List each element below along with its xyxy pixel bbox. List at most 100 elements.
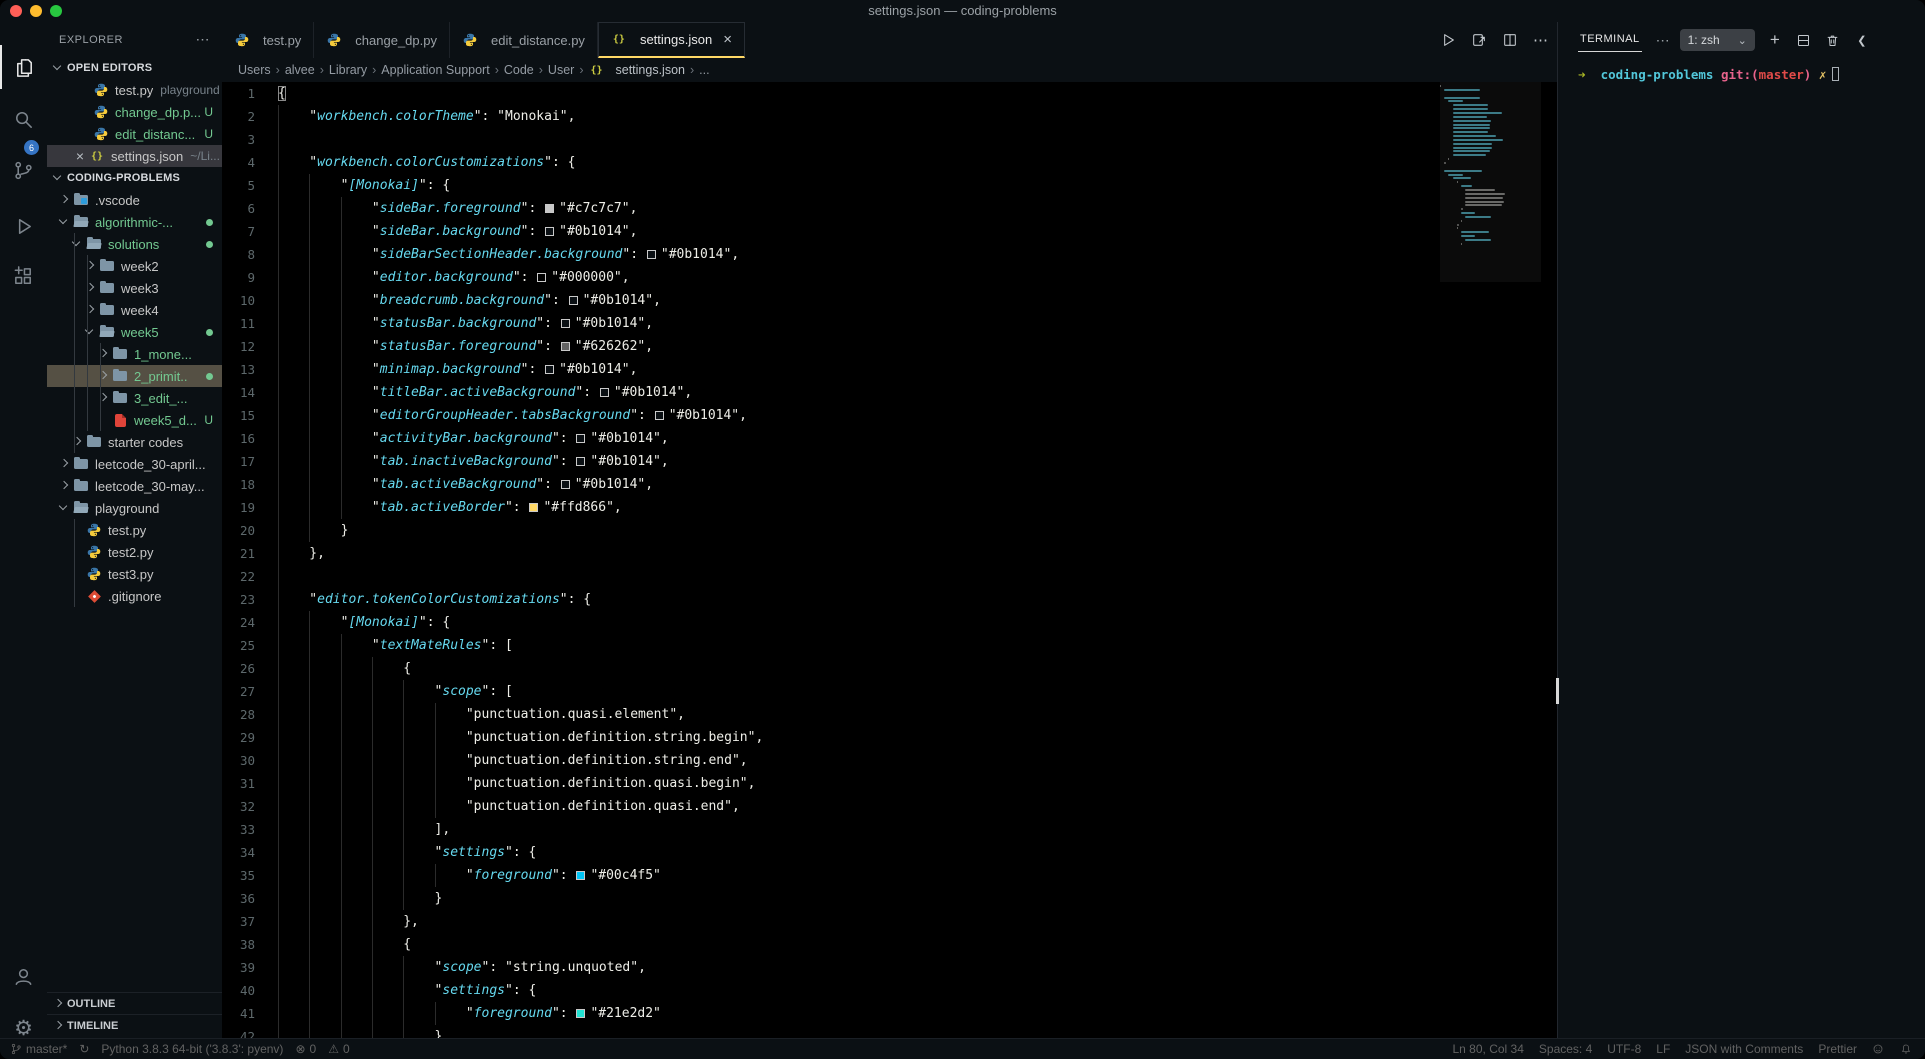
code-editor[interactable]: 1{2 "workbench.colorTheme": "Monokai",34… <box>222 82 1557 1038</box>
tab-edit_distance.py[interactable]: edit_distance.py <box>450 22 598 58</box>
breadcrumb-item[interactable]: User <box>548 63 574 77</box>
code-line[interactable]: 18 "tab.activeBackground": "#0b1014", <box>222 473 1557 496</box>
code-line[interactable]: 36 } <box>222 887 1557 910</box>
open-editor-settings.json[interactable]: ×{}settings.json~/Li... <box>47 145 222 167</box>
activitybar-run-debug[interactable] <box>0 204 47 248</box>
status-sync[interactable]: ↻ <box>79 1042 89 1056</box>
close-icon[interactable]: × <box>723 31 732 48</box>
tree-item-leetcode_30-april...[interactable]: leetcode_30-april... <box>47 453 222 475</box>
code-line[interactable]: 2 "workbench.colorTheme": "Monokai", <box>222 105 1557 128</box>
code-line[interactable]: 4 "workbench.colorCustomizations": { <box>222 151 1557 174</box>
status-python[interactable]: Python 3.8.3 64-bit ('3.8.3': pyenv) <box>101 1042 283 1056</box>
minimap[interactable] <box>1440 82 1541 282</box>
status-json-with-comments[interactable]: JSON with Comments <box>1685 1042 1803 1056</box>
more-actions-icon[interactable]: ⋯ <box>196 31 211 48</box>
status-prettier[interactable]: Prettier <box>1818 1042 1857 1056</box>
code-line[interactable]: 42 } <box>222 1025 1557 1038</box>
more-actions-icon[interactable]: ⋯ <box>1656 32 1670 49</box>
tree-item-leetcode_30-may...[interactable]: leetcode_30-may... <box>47 475 222 497</box>
split-editor-icon[interactable] <box>1501 32 1518 49</box>
code-line[interactable]: 9 "editor.background": "#000000", <box>222 266 1557 289</box>
code-line[interactable]: 38 { <box>222 933 1557 956</box>
code-line[interactable]: 5 "[Monokai]": { <box>222 174 1557 197</box>
breadcrumb-symbol-tail[interactable]: ... <box>699 63 709 77</box>
code-line[interactable]: 20 } <box>222 519 1557 542</box>
code-line[interactable]: 39 "scope": "string.unquoted", <box>222 956 1557 979</box>
open-changes-icon[interactable] <box>1470 32 1487 49</box>
breadcrumb-item[interactable]: Code <box>504 63 534 77</box>
activitybar-search[interactable] <box>0 97 47 141</box>
code-line[interactable]: 22 <box>222 565 1557 588</box>
open-editor-edit_distanc...[interactable]: edit_distanc...U <box>47 123 222 145</box>
code-line[interactable]: 29 "punctuation.definition.string.begin"… <box>222 726 1557 749</box>
code-line[interactable]: 17 "tab.inactiveBackground": "#0b1014", <box>222 450 1557 473</box>
code-line[interactable]: 33 ], <box>222 818 1557 841</box>
breadcrumb-item[interactable]: alvee <box>285 63 315 77</box>
code-line[interactable]: 27 "scope": [ <box>222 680 1557 703</box>
status-error[interactable]: ⊗0 <box>295 1042 316 1056</box>
code-line[interactable]: 31 "punctuation.definition.quasi.begin", <box>222 772 1557 795</box>
code-line[interactable]: 8 "sideBarSectionHeader.background": "#0… <box>222 243 1557 266</box>
feedback-icon[interactable] <box>1872 1043 1885 1056</box>
code-line[interactable]: 19 "tab.activeBorder": "#ffd866", <box>222 496 1557 519</box>
tab-change_dp.py[interactable]: change_dp.py <box>314 22 450 58</box>
code-line[interactable]: 16 "activityBar.background": "#0b1014", <box>222 427 1557 450</box>
tree-item-playground[interactable]: playground <box>47 497 222 519</box>
code-line[interactable]: 14 "titleBar.activeBackground": "#0b1014… <box>222 381 1557 404</box>
activitybar-accounts[interactable] <box>0 954 47 998</box>
code-line[interactable]: 1{ <box>222 82 1557 105</box>
breadcrumb-file[interactable]: {}settings.json <box>589 62 685 78</box>
code-line[interactable]: 6 "sideBar.foreground": "#c7c7c7", <box>222 197 1557 220</box>
activitybar-explorer[interactable] <box>0 45 47 89</box>
open-editor-change_dp.p...[interactable]: change_dp.p...U <box>47 101 222 123</box>
code-line[interactable]: 26 { <box>222 657 1557 680</box>
tab-settings.json[interactable]: {}settings.json× <box>598 22 745 58</box>
code-line[interactable]: 28 "punctuation.quasi.element", <box>222 703 1557 726</box>
breadcrumb-item[interactable]: Library <box>329 63 367 77</box>
section-timeline[interactable]: TIMELINE <box>47 1014 222 1036</box>
activitybar-extensions[interactable] <box>0 254 47 298</box>
status-branch[interactable]: master* <box>10 1042 67 1056</box>
plus-icon[interactable]: + <box>1767 32 1783 48</box>
section-workspace[interactable]: CODING-PROBLEMS <box>47 167 222 189</box>
status-ln-80-col-34[interactable]: Ln 80, Col 34 <box>1453 1042 1524 1056</box>
section-open-editors[interactable]: OPEN EDITORS <box>47 57 222 79</box>
status-warning[interactable]: ⚠0 <box>328 1042 349 1056</box>
code-line[interactable]: 12 "statusBar.foreground": "#626262", <box>222 335 1557 358</box>
close-icon[interactable]: × <box>71 148 89 164</box>
open-editor-test.py[interactable]: test.pyplayground <box>47 79 222 101</box>
code-line[interactable]: 21 }, <box>222 542 1557 565</box>
code-line[interactable]: 25 "textMateRules": [ <box>222 634 1557 657</box>
tree-item-.vscode[interactable]: .vscode <box>47 189 222 211</box>
run-icon[interactable] <box>1439 32 1456 49</box>
chevron-left-icon[interactable]: ❮ <box>1854 32 1870 48</box>
breadcrumb-item[interactable]: Application Support <box>381 63 489 77</box>
split-terminal-icon[interactable] <box>1796 32 1812 48</box>
code-line[interactable]: 34 "settings": { <box>222 841 1557 864</box>
code-line[interactable]: 3 <box>222 128 1557 151</box>
code-line[interactable]: 13 "minimap.background": "#0b1014", <box>222 358 1557 381</box>
terminal-content[interactable]: ➜ coding-problems git:(master) ✗ <box>1578 66 1919 84</box>
panel-resize-sash[interactable] <box>1556 678 1559 704</box>
code-line[interactable]: 35 "foreground": "#00c4f5" <box>222 864 1557 887</box>
code-line[interactable]: 7 "sideBar.background": "#0b1014", <box>222 220 1557 243</box>
shell-select[interactable]: 1: zsh ⌄ <box>1680 29 1755 51</box>
code-line[interactable]: 41 "foreground": "#21e2d2" <box>222 1002 1557 1025</box>
code-line[interactable]: 23 "editor.tokenColorCustomizations": { <box>222 588 1557 611</box>
code-line[interactable]: 10 "breadcrumb.background": "#0b1014", <box>222 289 1557 312</box>
tab-terminal[interactable]: TERMINAL <box>1578 29 1642 52</box>
code-line[interactable]: 15 "editorGroupHeader.tabsBackground": "… <box>222 404 1557 427</box>
more-icon[interactable]: ⋯ <box>1532 32 1549 49</box>
tree-item-algorithmic-...[interactable]: algorithmic-... <box>47 211 222 233</box>
section-outline[interactable]: OUTLINE <box>47 992 222 1014</box>
status-utf-8[interactable]: UTF-8 <box>1607 1042 1641 1056</box>
code-line[interactable]: 24 "[Monokai]": { <box>222 611 1557 634</box>
trash-icon[interactable] <box>1825 32 1841 48</box>
code-line[interactable]: 11 "statusBar.background": "#0b1014", <box>222 312 1557 335</box>
code-line[interactable]: 30 "punctuation.definition.string.end", <box>222 749 1557 772</box>
code-line[interactable]: 37 }, <box>222 910 1557 933</box>
tab-test.py[interactable]: test.py <box>222 22 314 58</box>
breadcrumb-item[interactable]: Users <box>238 63 271 77</box>
code-line[interactable]: 40 "settings": { <box>222 979 1557 1002</box>
status-lf[interactable]: LF <box>1656 1042 1670 1056</box>
